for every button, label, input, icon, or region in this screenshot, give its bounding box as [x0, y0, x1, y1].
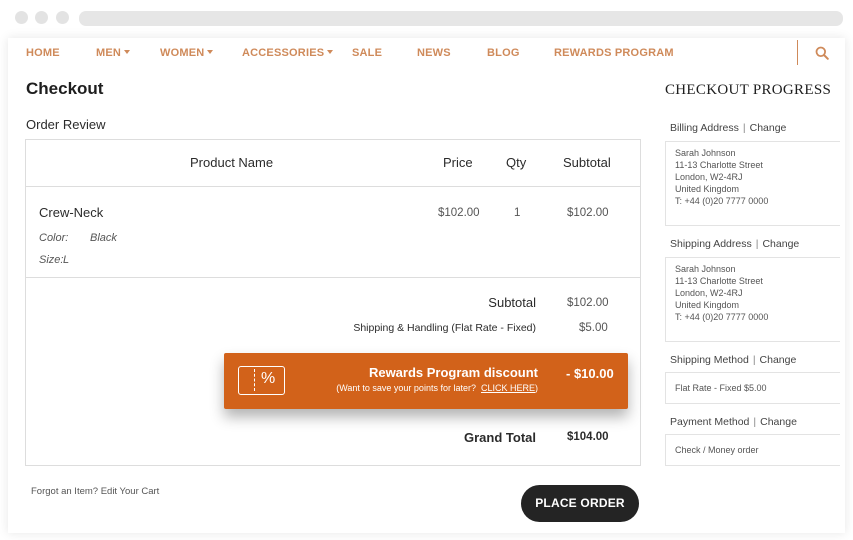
order-review-table: Product Name Price Qty Subtotal Crew-Nec… — [25, 139, 641, 466]
product-qty: 1 — [514, 207, 521, 219]
shipping-method-change-link[interactable]: Change — [760, 354, 797, 366]
shipping-line: United Kingdom — [675, 300, 740, 310]
browser-chrome — [0, 0, 853, 38]
checkout-progress-title: CHECKOUT PROGRESS — [665, 82, 832, 98]
separator: | — [755, 238, 759, 250]
nav-item-home[interactable]: HOME — [26, 47, 60, 59]
address-bar[interactable] — [79, 11, 843, 26]
separator: | — [752, 354, 756, 366]
shipping-line: T: +44 (0)20 7777 0000 — [675, 312, 769, 322]
place-order-button[interactable]: PLACE ORDER — [521, 485, 639, 522]
shipping-line: 11-13 Charlotte Street — [675, 276, 763, 286]
payment-method-change-link[interactable]: Change — [760, 416, 797, 428]
rewards-title: Rewards Program discount — [368, 365, 538, 380]
forgot-item-text: Forgot an Item? Edit Your Cart — [31, 486, 159, 497]
option-label: Color: — [39, 232, 69, 244]
edit-cart-link[interactable]: Edit Your Cart — [101, 486, 160, 497]
column-header-subtotal: Subtotal — [563, 155, 611, 170]
subtotal-label: Subtotal — [488, 295, 536, 310]
billing-line: Sarah Johnson — [675, 148, 736, 158]
separator: | — [753, 416, 757, 428]
payment-method-value: Check / Money order — [675, 445, 759, 455]
shipping-address-label: Shipping Address — [670, 238, 752, 250]
billing-line: United Kingdom — [675, 184, 740, 194]
section-title: Order Review — [26, 117, 106, 132]
product-subtotal: $102.00 — [567, 207, 609, 219]
window-dot-maximize[interactable] — [56, 11, 69, 24]
nav-item-label: WOMEN — [160, 47, 205, 59]
nav-item-blog[interactable]: BLOG — [487, 47, 520, 59]
billing-address-label: Billing Address — [670, 122, 739, 134]
rewards-discount-banner[interactable]: % Rewards Program discount (Want to save… — [224, 353, 628, 409]
separator: | — [742, 122, 746, 134]
nav-item-label: NEWS — [417, 47, 451, 59]
nav-item-label: HOME — [26, 47, 60, 59]
caret-down-icon — [207, 50, 214, 55]
grand-total-value: $104.00 — [567, 431, 609, 443]
product-name[interactable]: Crew-Neck — [39, 205, 103, 220]
main-nav: HOME MEN WOMEN ACCESSORIES SALE NEWS BLO… — [8, 38, 845, 68]
subtotal-value: $102.00 — [567, 297, 609, 309]
page-title: Checkout — [26, 79, 104, 98]
rewards-subtitle: (Want to save your points for later? CLI… — [336, 383, 538, 393]
billing-line: London, W2-4RJ — [675, 172, 743, 182]
shipping-label: Shipping & Handling (Flat Rate - Fixed) — [353, 322, 536, 334]
option-label: Size: — [39, 254, 64, 266]
rewards-subtitle-end: ) — [535, 383, 538, 393]
shipping-value: $5.00 — [579, 322, 608, 334]
nav-item-sale[interactable]: SALE — [352, 47, 382, 59]
rewards-click-here-link[interactable]: CLICK HERE — [481, 383, 535, 393]
window-dot-close[interactable] — [15, 11, 28, 24]
forgot-item-link[interactable]: Forgot an Item? — [31, 486, 98, 497]
rewards-subtitle-text: (Want to save your points for later? — [336, 383, 476, 393]
coupon-icon: % — [238, 366, 285, 395]
option-value: L — [63, 254, 70, 266]
nav-item-accessories[interactable]: ACCESSORIES — [242, 47, 334, 59]
billing-line: 11-13 Charlotte Street — [675, 160, 763, 170]
option-value: Black — [90, 232, 117, 244]
nav-item-label: ACCESSORIES — [242, 47, 325, 59]
shipping-address-change-link[interactable]: Change — [762, 238, 799, 250]
shipping-address-heading: Shipping Address | Change — [670, 238, 799, 250]
shipping-method-label: Shipping Method — [670, 354, 749, 366]
shipping-method-value: Flat Rate - Fixed $5.00 — [675, 383, 767, 393]
nav-item-label: MEN — [96, 47, 122, 59]
nav-item-women[interactable]: WOMEN — [160, 47, 214, 59]
column-header-price: Price — [443, 155, 473, 170]
nav-item-men[interactable]: MEN — [96, 47, 131, 59]
caret-down-icon — [124, 50, 131, 55]
percent-icon: % — [261, 370, 276, 387]
nav-item-label: BLOG — [487, 47, 520, 59]
window-dot-minimize[interactable] — [35, 11, 48, 24]
billing-line: T: +44 (0)20 7777 0000 — [675, 196, 769, 206]
shipping-line: London, W2-4RJ — [675, 288, 743, 298]
shipping-method-heading: Shipping Method | Change — [670, 354, 796, 366]
nav-item-rewards-program[interactable]: REWARDS PROGRAM — [554, 47, 674, 59]
billing-change-link[interactable]: Change — [750, 122, 787, 134]
nav-item-label: REWARDS PROGRAM — [554, 47, 674, 59]
nav-item-label: SALE — [352, 47, 383, 59]
nav-item-news[interactable]: NEWS — [417, 47, 451, 59]
column-header-product: Product Name — [190, 155, 274, 170]
payment-method-heading: Payment Method | Change — [670, 416, 797, 428]
product-price: $102.00 — [438, 207, 480, 219]
divider — [26, 277, 640, 278]
search-icon[interactable] — [815, 46, 829, 60]
grand-total-label: Grand Total — [464, 430, 536, 445]
column-header-qty: Qty — [506, 155, 527, 170]
caret-down-icon — [327, 50, 334, 55]
payment-method-label: Payment Method — [670, 416, 750, 428]
shipping-line: Sarah Johnson — [675, 264, 736, 274]
billing-address-heading: Billing Address | Change — [670, 122, 786, 134]
nav-divider — [797, 40, 798, 65]
rewards-discount-amount: - $10.00 — [566, 366, 614, 381]
divider — [26, 186, 640, 187]
